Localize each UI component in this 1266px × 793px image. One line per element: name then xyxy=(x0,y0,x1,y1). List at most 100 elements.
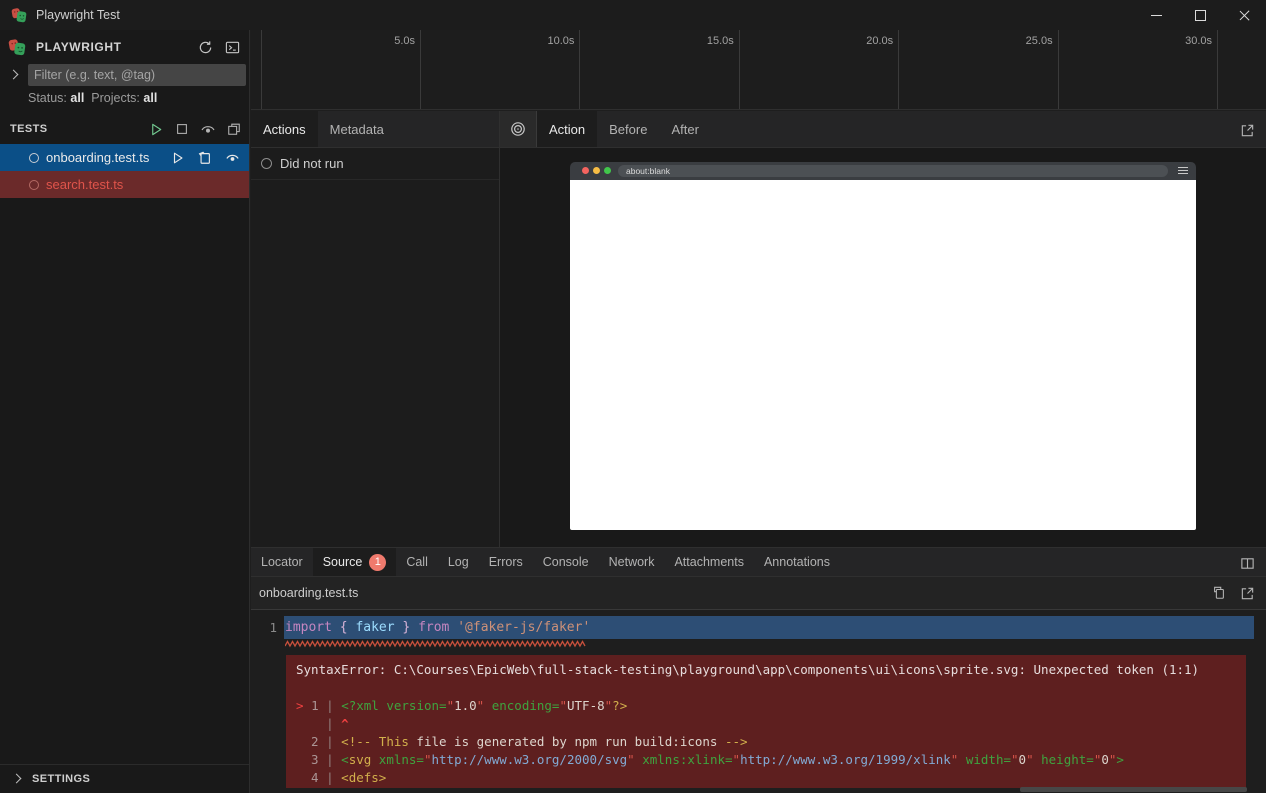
code-frame-line: 2 | <!-- This file is generated by npm r… xyxy=(296,733,1236,751)
close-icon xyxy=(1239,10,1250,21)
code-token: svg xyxy=(349,752,372,767)
test-status-circle-icon xyxy=(29,180,39,190)
address-url: about:blank xyxy=(626,166,670,176)
sidebar: PLAYWRIGHT Status: all Pr xyxy=(0,30,250,793)
status-circle-icon xyxy=(261,158,272,169)
code-token: width= xyxy=(958,752,1011,767)
code-token: 0 xyxy=(1019,752,1027,767)
open-external-icon[interactable] xyxy=(1238,584,1256,602)
tab-actions[interactable]: Actions xyxy=(251,111,318,147)
code-token: UTF-8 xyxy=(567,698,605,713)
code-line: import { faker } from '@faker-js/faker' xyxy=(285,616,590,639)
traffic-light-maximize-icon xyxy=(604,167,611,174)
traffic-light-minimize-icon xyxy=(593,167,600,174)
error-block: SyntaxError: C:\Courses\EpicWeb\full-sta… xyxy=(286,655,1246,788)
test-item-label: search.test.ts xyxy=(46,177,123,192)
tab-log[interactable]: Log xyxy=(438,548,479,576)
split-view-icon[interactable] xyxy=(1238,554,1256,572)
timeline-tick-label: 25.0s xyxy=(993,35,1053,47)
code-token: version= xyxy=(379,698,447,713)
tab-network[interactable]: Network xyxy=(599,548,665,576)
timeline-gridline xyxy=(1217,30,1218,109)
code-token: > xyxy=(1116,752,1124,767)
close-button[interactable] xyxy=(1222,0,1266,30)
copy-icon[interactable] xyxy=(1210,584,1228,602)
tab-label: Action xyxy=(549,122,585,137)
source-file-header: onboarding.test.ts xyxy=(251,577,1266,610)
watch-all-icon[interactable] xyxy=(199,120,217,138)
timeline-gridline xyxy=(261,30,262,109)
tab-attachments[interactable]: Attachments xyxy=(664,548,753,576)
code-token: --> xyxy=(725,734,748,749)
code-token: | xyxy=(326,716,341,731)
test-item-onboarding[interactable]: onboarding.test.ts xyxy=(0,144,249,171)
open-snapshot-popout-icon[interactable] xyxy=(1238,121,1256,139)
code-token: xmlns= xyxy=(371,752,424,767)
timeline[interactable]: 5.0s10.0s15.0s20.0s25.0s30.0s xyxy=(251,30,1266,110)
code-frame-line: 3 | <svg xmlns="http://www.w3.org/2000/s… xyxy=(296,751,1236,769)
code-token: " xyxy=(1026,752,1034,767)
source-code-view[interactable]: 1 import { faker } from '@faker-js/faker… xyxy=(251,610,1266,793)
test-item-search[interactable]: search.test.ts xyxy=(0,171,249,198)
minimize-icon xyxy=(1151,15,1162,16)
did-not-run-label: Did not run xyxy=(280,156,344,171)
code-token: import xyxy=(285,620,332,635)
code-token: | xyxy=(326,770,341,785)
minimize-button[interactable] xyxy=(1134,0,1178,30)
code-token: 3 xyxy=(296,752,326,767)
run-all-icon[interactable] xyxy=(147,120,165,138)
settings-section-header[interactable]: SETTINGS xyxy=(0,764,249,792)
tab-locator[interactable]: Locator xyxy=(251,548,313,576)
source-file-icon[interactable] xyxy=(196,149,214,167)
code-token: " xyxy=(424,752,432,767)
code-token: ?> xyxy=(612,698,627,713)
tab-before[interactable]: Before xyxy=(597,111,659,147)
run-icon[interactable] xyxy=(169,149,187,167)
collapse-all-icon[interactable] xyxy=(225,120,243,138)
code-token: 2 xyxy=(296,734,326,749)
tab-errors[interactable]: Errors xyxy=(479,548,533,576)
status-value[interactable]: all xyxy=(70,91,84,105)
tab-label: Before xyxy=(609,122,647,137)
projects-label[interactable]: Projects: xyxy=(91,91,140,105)
tab-after[interactable]: After xyxy=(659,111,710,147)
line-number: 1 xyxy=(251,616,277,639)
tab-action[interactable]: Action xyxy=(537,111,597,147)
code-token: " xyxy=(1011,752,1019,767)
maximize-button[interactable] xyxy=(1178,0,1222,30)
filter-row xyxy=(0,63,249,87)
tab-metadata[interactable]: Metadata xyxy=(318,111,396,147)
code-frame-line: > 1 | <?xml version="1.0" encoding="UTF-… xyxy=(296,697,1236,715)
window-title: Playwright Test xyxy=(36,8,120,22)
stop-icon[interactable] xyxy=(173,120,191,138)
refresh-icon[interactable] xyxy=(196,38,214,56)
terminal-icon[interactable] xyxy=(223,38,241,56)
chevron-right-icon[interactable] xyxy=(9,70,19,80)
status-line: Status: all Projects: all xyxy=(28,91,157,105)
code-token: from xyxy=(418,620,449,635)
error-squiggle xyxy=(285,640,587,648)
code-token: '@faker-js/faker' xyxy=(457,620,590,635)
code-token: encoding= xyxy=(484,698,559,713)
tab-console[interactable]: Console xyxy=(533,548,599,576)
tab-label: Source xyxy=(323,555,363,569)
tab-label: Call xyxy=(406,555,428,569)
playwright-masks-icon xyxy=(8,38,26,56)
watch-icon[interactable] xyxy=(223,149,241,167)
code-token: faker xyxy=(355,620,394,635)
timeline-gridline xyxy=(739,30,740,109)
filter-input[interactable] xyxy=(28,64,246,86)
did-not-run-row: Did not run xyxy=(251,148,499,180)
code-token: <!-- This xyxy=(341,734,409,749)
tab-label: Metadata xyxy=(330,122,384,137)
tab-call[interactable]: Call xyxy=(396,548,438,576)
pick-locator-button[interactable] xyxy=(500,111,537,147)
status-label[interactable]: Status: xyxy=(28,91,67,105)
tab-label: Locator xyxy=(261,555,303,569)
tab-annotations[interactable]: Annotations xyxy=(754,548,840,576)
actions-tab-strip: Actions Metadata xyxy=(251,111,499,148)
projects-value[interactable]: all xyxy=(143,91,157,105)
horizontal-scrollbar-thumb[interactable] xyxy=(1020,787,1247,792)
code-token xyxy=(296,716,326,731)
tab-source[interactable]: Source 1 xyxy=(313,548,397,576)
